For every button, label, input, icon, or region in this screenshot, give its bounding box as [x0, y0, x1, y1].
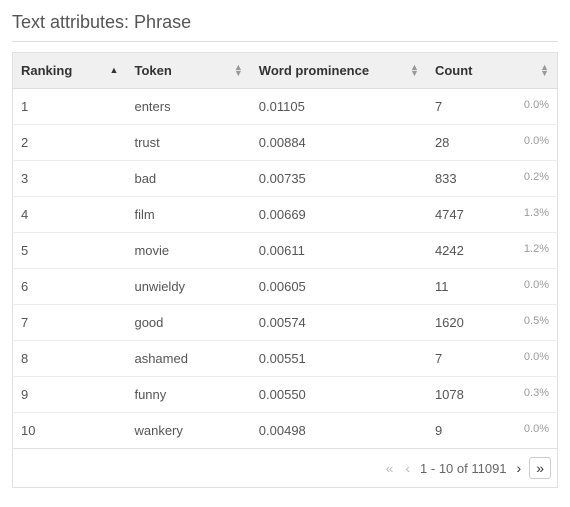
pager-last-icon[interactable]: » [529, 457, 551, 479]
cell-token: bad [126, 161, 250, 197]
cell-ranking: 5 [13, 233, 127, 269]
count-pct: 0.3% [524, 387, 549, 399]
cell-count: 4242 1.2% [427, 233, 558, 269]
count-pct: 0.0% [524, 279, 549, 291]
count-value: 4747 [435, 207, 464, 222]
count-pct: 0.0% [524, 423, 549, 435]
cell-token: wankery [126, 413, 250, 449]
cell-count: 4747 1.3% [427, 197, 558, 233]
cell-token: ashamed [126, 341, 250, 377]
cell-count: 9 0.0% [427, 413, 558, 449]
col-header-ranking-label: Ranking [21, 63, 72, 78]
cell-prominence: 0.00605 [251, 269, 427, 305]
cell-prominence: 0.00574 [251, 305, 427, 341]
pager-range-text: 1 - 10 of 11091 [420, 461, 507, 476]
pager-next-icon[interactable]: › [511, 458, 528, 478]
cell-ranking: 1 [13, 89, 127, 125]
count-value: 9 [435, 423, 442, 438]
table-row: 8ashamed0.00551 7 0.0% [13, 341, 558, 377]
cell-ranking: 8 [13, 341, 127, 377]
col-header-prominence[interactable]: Word prominence ▲▼ [251, 53, 427, 89]
table-row: 4film0.00669 4747 1.3% [13, 197, 558, 233]
pager: « ‹ 1 - 10 of 11091 › » [12, 449, 558, 488]
table-row: 10wankery0.00498 9 0.0% [13, 413, 558, 449]
cell-count: 11 0.0% [427, 269, 558, 305]
col-header-count[interactable]: Count ▲▼ [427, 53, 558, 89]
sort-icon: ▲▼ [410, 64, 419, 78]
col-header-prominence-label: Word prominence [259, 63, 369, 78]
table-row: 3bad0.00735 833 0.2% [13, 161, 558, 197]
count-value: 11 [435, 279, 449, 294]
cell-prominence: 0.00611 [251, 233, 427, 269]
cell-ranking: 7 [13, 305, 127, 341]
pager-first-icon[interactable]: « [380, 458, 400, 478]
cell-prominence: 0.00498 [251, 413, 427, 449]
count-value: 4242 [435, 243, 464, 258]
cell-token: good [126, 305, 250, 341]
pager-prev-icon[interactable]: ‹ [399, 458, 416, 478]
cell-ranking: 2 [13, 125, 127, 161]
cell-count: 7 0.0% [427, 89, 558, 125]
cell-token: enters [126, 89, 250, 125]
sort-icon: ▲▼ [540, 64, 549, 78]
sort-asc-icon: ▲ [110, 64, 119, 78]
col-header-token[interactable]: Token ▲▼ [126, 53, 250, 89]
cell-ranking: 6 [13, 269, 127, 305]
sort-icon: ▲▼ [234, 64, 243, 78]
cell-prominence: 0.00551 [251, 341, 427, 377]
count-value: 1078 [435, 387, 464, 402]
table-row: 1enters0.01105 7 0.0% [13, 89, 558, 125]
cell-token: unwieldy [126, 269, 250, 305]
table-body: 1enters0.01105 7 0.0% 2trust0.00884 28 0.0% 3b… [13, 89, 558, 449]
cell-prominence: 0.01105 [251, 89, 427, 125]
cell-prominence: 0.00550 [251, 377, 427, 413]
table-row: 2trust0.00884 28 0.0% [13, 125, 558, 161]
table-row: 9funny0.00550 1078 0.3% [13, 377, 558, 413]
col-header-token-label: Token [134, 63, 171, 78]
cell-prominence: 0.00884 [251, 125, 427, 161]
cell-prominence: 0.00669 [251, 197, 427, 233]
page-title: Text attributes: Phrase [12, 12, 558, 42]
table-row: 6unwieldy0.00605 11 0.0% [13, 269, 558, 305]
cell-ranking: 4 [13, 197, 127, 233]
cell-count: 7 0.0% [427, 341, 558, 377]
table-row: 7good0.00574 1620 0.5% [13, 305, 558, 341]
cell-token: movie [126, 233, 250, 269]
cell-count: 1620 0.5% [427, 305, 558, 341]
phrase-table: Ranking ▲ Token ▲▼ Word prominence ▲▼ Co… [12, 52, 558, 449]
col-header-ranking[interactable]: Ranking ▲ [13, 53, 127, 89]
count-pct: 0.5% [524, 315, 549, 327]
count-value: 7 [435, 99, 442, 114]
cell-ranking: 10 [13, 413, 127, 449]
cell-count: 1078 0.3% [427, 377, 558, 413]
cell-token: film [126, 197, 250, 233]
cell-prominence: 0.00735 [251, 161, 427, 197]
cell-token: funny [126, 377, 250, 413]
cell-count: 28 0.0% [427, 125, 558, 161]
count-pct: 0.0% [524, 135, 549, 147]
col-header-count-label: Count [435, 63, 473, 78]
cell-token: trust [126, 125, 250, 161]
count-pct: 0.0% [524, 351, 549, 363]
cell-count: 833 0.2% [427, 161, 558, 197]
cell-ranking: 9 [13, 377, 127, 413]
count-value: 28 [435, 135, 449, 150]
count-value: 7 [435, 351, 442, 366]
count-value: 1620 [435, 315, 464, 330]
count-pct: 0.0% [524, 99, 549, 111]
count-value: 833 [435, 171, 457, 186]
table-row: 5movie0.00611 4242 1.2% [13, 233, 558, 269]
count-pct: 1.2% [524, 243, 549, 255]
cell-ranking: 3 [13, 161, 127, 197]
count-pct: 0.2% [524, 171, 549, 183]
count-pct: 1.3% [524, 207, 549, 219]
